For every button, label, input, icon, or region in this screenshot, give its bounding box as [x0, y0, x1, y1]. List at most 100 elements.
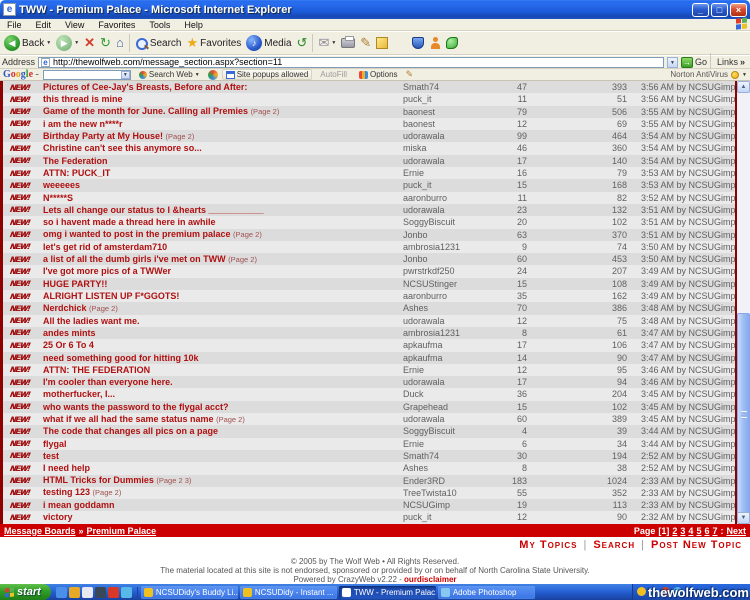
close-button[interactable]: × [730, 3, 747, 17]
topic-title-link[interactable]: The code that changes all pics on a page [43, 426, 218, 436]
menu-tools[interactable]: Tools [142, 19, 177, 31]
autofill-button[interactable]: AutoFill [316, 69, 351, 80]
topic-title-link[interactable]: Game of the month for June. Calling all … [43, 106, 248, 116]
restore-button[interactable]: □ [711, 3, 728, 17]
page-link-7[interactable]: 7 [712, 526, 717, 536]
topic-title-link[interactable]: motherfucker, I... [43, 389, 115, 399]
topic-title-link[interactable]: HUGE PARTY!! [43, 279, 107, 289]
topic-title-link[interactable]: andes mints [43, 328, 96, 338]
post-new-topic-link[interactable]: Post New Topic [651, 539, 742, 551]
next-page-link[interactable]: Next [726, 526, 746, 536]
media-button[interactable]: ♪ Media [246, 35, 291, 51]
outlook-icon[interactable] [69, 587, 80, 598]
topic-title-link[interactable]: need something good for hitting 10k [43, 353, 199, 363]
page-link-6[interactable]: 6 [704, 526, 709, 536]
forward-dropdown-icon[interactable]: ▼ [74, 40, 79, 46]
address-input[interactable]: e http://thewolfweb.com/message_section.… [38, 57, 664, 68]
taskbar-button[interactable]: NCSUDidy - Instant ... [240, 586, 337, 599]
topic-title-link[interactable]: test [43, 451, 59, 461]
norton-dropdown-icon[interactable]: ▼ [742, 72, 747, 78]
vertical-scrollbar[interactable]: ▲ ▼ [737, 81, 750, 524]
taskbar-button[interactable]: NCSUDidy's Buddy Li... [141, 586, 238, 599]
topic-title-link[interactable]: Nerdchick [43, 303, 87, 313]
msn-icon[interactable] [121, 587, 132, 598]
topic-title-link[interactable]: ATTN: THE FEDERATION [43, 365, 150, 375]
breadcrumb-message-boards[interactable]: Message Boards [4, 526, 76, 536]
messenger-button[interactable] [412, 37, 424, 49]
popup-blocker-button[interactable]: Site popups allowed [222, 69, 313, 80]
topic-pages-link[interactable]: (Page 2) [93, 488, 122, 497]
topic-pages-link[interactable]: (Page 2 3) [156, 476, 191, 485]
topic-pages-link[interactable]: (Page 2) [228, 255, 257, 264]
topic-pages-link[interactable]: (Page 2) [216, 415, 245, 424]
minimize-button[interactable]: _ [692, 3, 709, 17]
highlighter-icon[interactable]: ✎ [406, 69, 414, 80]
options-button[interactable]: Options [355, 69, 402, 80]
page-link-3[interactable]: 3 [680, 526, 685, 536]
norton-antivirus-control[interactable]: Norton AntiVirus ▼ [670, 70, 747, 79]
topic-pages-link[interactable]: (Page 2) [233, 230, 262, 239]
page-link-5[interactable]: 5 [696, 526, 701, 536]
page-link-4[interactable]: 4 [688, 526, 693, 536]
start-button[interactable]: start [0, 584, 51, 600]
antivirus-button[interactable] [446, 37, 458, 49]
links-button[interactable]: Links » [714, 57, 748, 67]
topic-title-link[interactable]: Christine can't see this anymore so... [43, 143, 202, 153]
topic-title-link[interactable]: i am the new n****r [43, 119, 123, 129]
home-button[interactable]: ⌂ [116, 35, 124, 51]
internet-explorer-icon[interactable] [56, 587, 67, 598]
topic-title-link[interactable]: Lets all change our status to I &hearts … [43, 205, 264, 215]
topic-title-link[interactable]: The Federation [43, 156, 108, 166]
menu-edit[interactable]: Edit [29, 19, 59, 31]
edit-button[interactable]: ✎ [360, 35, 371, 51]
search-button[interactable]: Search [135, 37, 182, 50]
page-link-1[interactable]: [1] [658, 526, 669, 536]
topic-title-link[interactable]: so i havent made a thread here in awhile [43, 217, 216, 227]
menu-help[interactable]: Help [177, 19, 210, 31]
taskbar-button[interactable]: Adobe Photoshop [438, 586, 535, 599]
topic-title-link[interactable]: weeeees [43, 180, 80, 190]
scroll-up-button[interactable]: ▲ [737, 81, 750, 93]
scroll-down-button[interactable]: ▼ [737, 512, 750, 524]
our-disclaimer-link[interactable]: ourdisclaimer [404, 575, 456, 584]
search-link[interactable]: Search [593, 539, 635, 551]
topic-title-link[interactable]: who wants the password to the flygal acc… [43, 402, 229, 412]
refresh-button[interactable]: ↻ [100, 35, 111, 51]
aim-button[interactable] [429, 37, 441, 49]
tray-icon[interactable] [637, 587, 646, 596]
topic-title-link[interactable]: omg i wanted to post in the premium pala… [43, 229, 231, 239]
back-button[interactable]: ◀ Back ▼ [4, 35, 51, 51]
go-button[interactable]: → Go [681, 57, 707, 68]
favorites-button[interactable]: ★ Favorites [187, 35, 242, 51]
menu-view[interactable]: View [58, 19, 91, 31]
menu-file[interactable]: File [0, 19, 29, 31]
back-dropdown-icon[interactable]: ▼ [46, 40, 51, 46]
discuss-button[interactable] [376, 37, 388, 49]
topic-title-link[interactable]: HTML Tricks for Dummies [43, 475, 154, 485]
pagerank-icon[interactable] [208, 70, 218, 80]
topic-title-link[interactable]: what if we all had the same status name [43, 414, 214, 424]
address-dropdown-icon[interactable]: ▼ [667, 57, 678, 68]
topic-title-link[interactable]: I need help [43, 463, 90, 473]
topic-title-link[interactable]: ALRIGHT LISTEN UP F*GGOTS! [43, 291, 179, 301]
topic-pages-link[interactable]: (Page 2) [89, 304, 118, 313]
show-desktop-icon[interactable] [82, 587, 93, 598]
topic-title-link[interactable]: Pictures of Cee-Jay's Breasts, Before an… [43, 82, 247, 92]
aim-icon[interactable] [108, 587, 119, 598]
topic-title-link[interactable]: victory [43, 512, 73, 522]
topic-pages-link[interactable]: (Page 2) [166, 132, 195, 141]
topic-title-link[interactable]: testing 123 [43, 487, 90, 497]
print-button[interactable] [341, 38, 355, 48]
topic-title-link[interactable]: a list of all the dumb girls i've met on… [43, 254, 226, 264]
topic-title-link[interactable]: Birthday Party at My House! [43, 131, 163, 141]
menu-favorites[interactable]: Favorites [91, 19, 142, 31]
topic-title-link[interactable]: I've got more pics of a TWWer [43, 266, 171, 276]
topic-title-link[interactable]: let's get rid of amsterdam710 [43, 242, 167, 252]
mail-dropdown-icon[interactable]: ▼ [331, 40, 336, 46]
scrollbar-thumb[interactable] [737, 313, 750, 515]
taskbar-button[interactable]: TWW - Premium Palac... [339, 586, 436, 599]
topic-title-link[interactable]: 25 Or 6 To 4 [43, 340, 94, 350]
topic-pages-link[interactable]: (Page 2) [251, 107, 280, 116]
topic-title-link[interactable]: ATTN: PUCK_IT [43, 168, 110, 178]
topic-title-link[interactable]: this thread is mine [43, 94, 123, 104]
